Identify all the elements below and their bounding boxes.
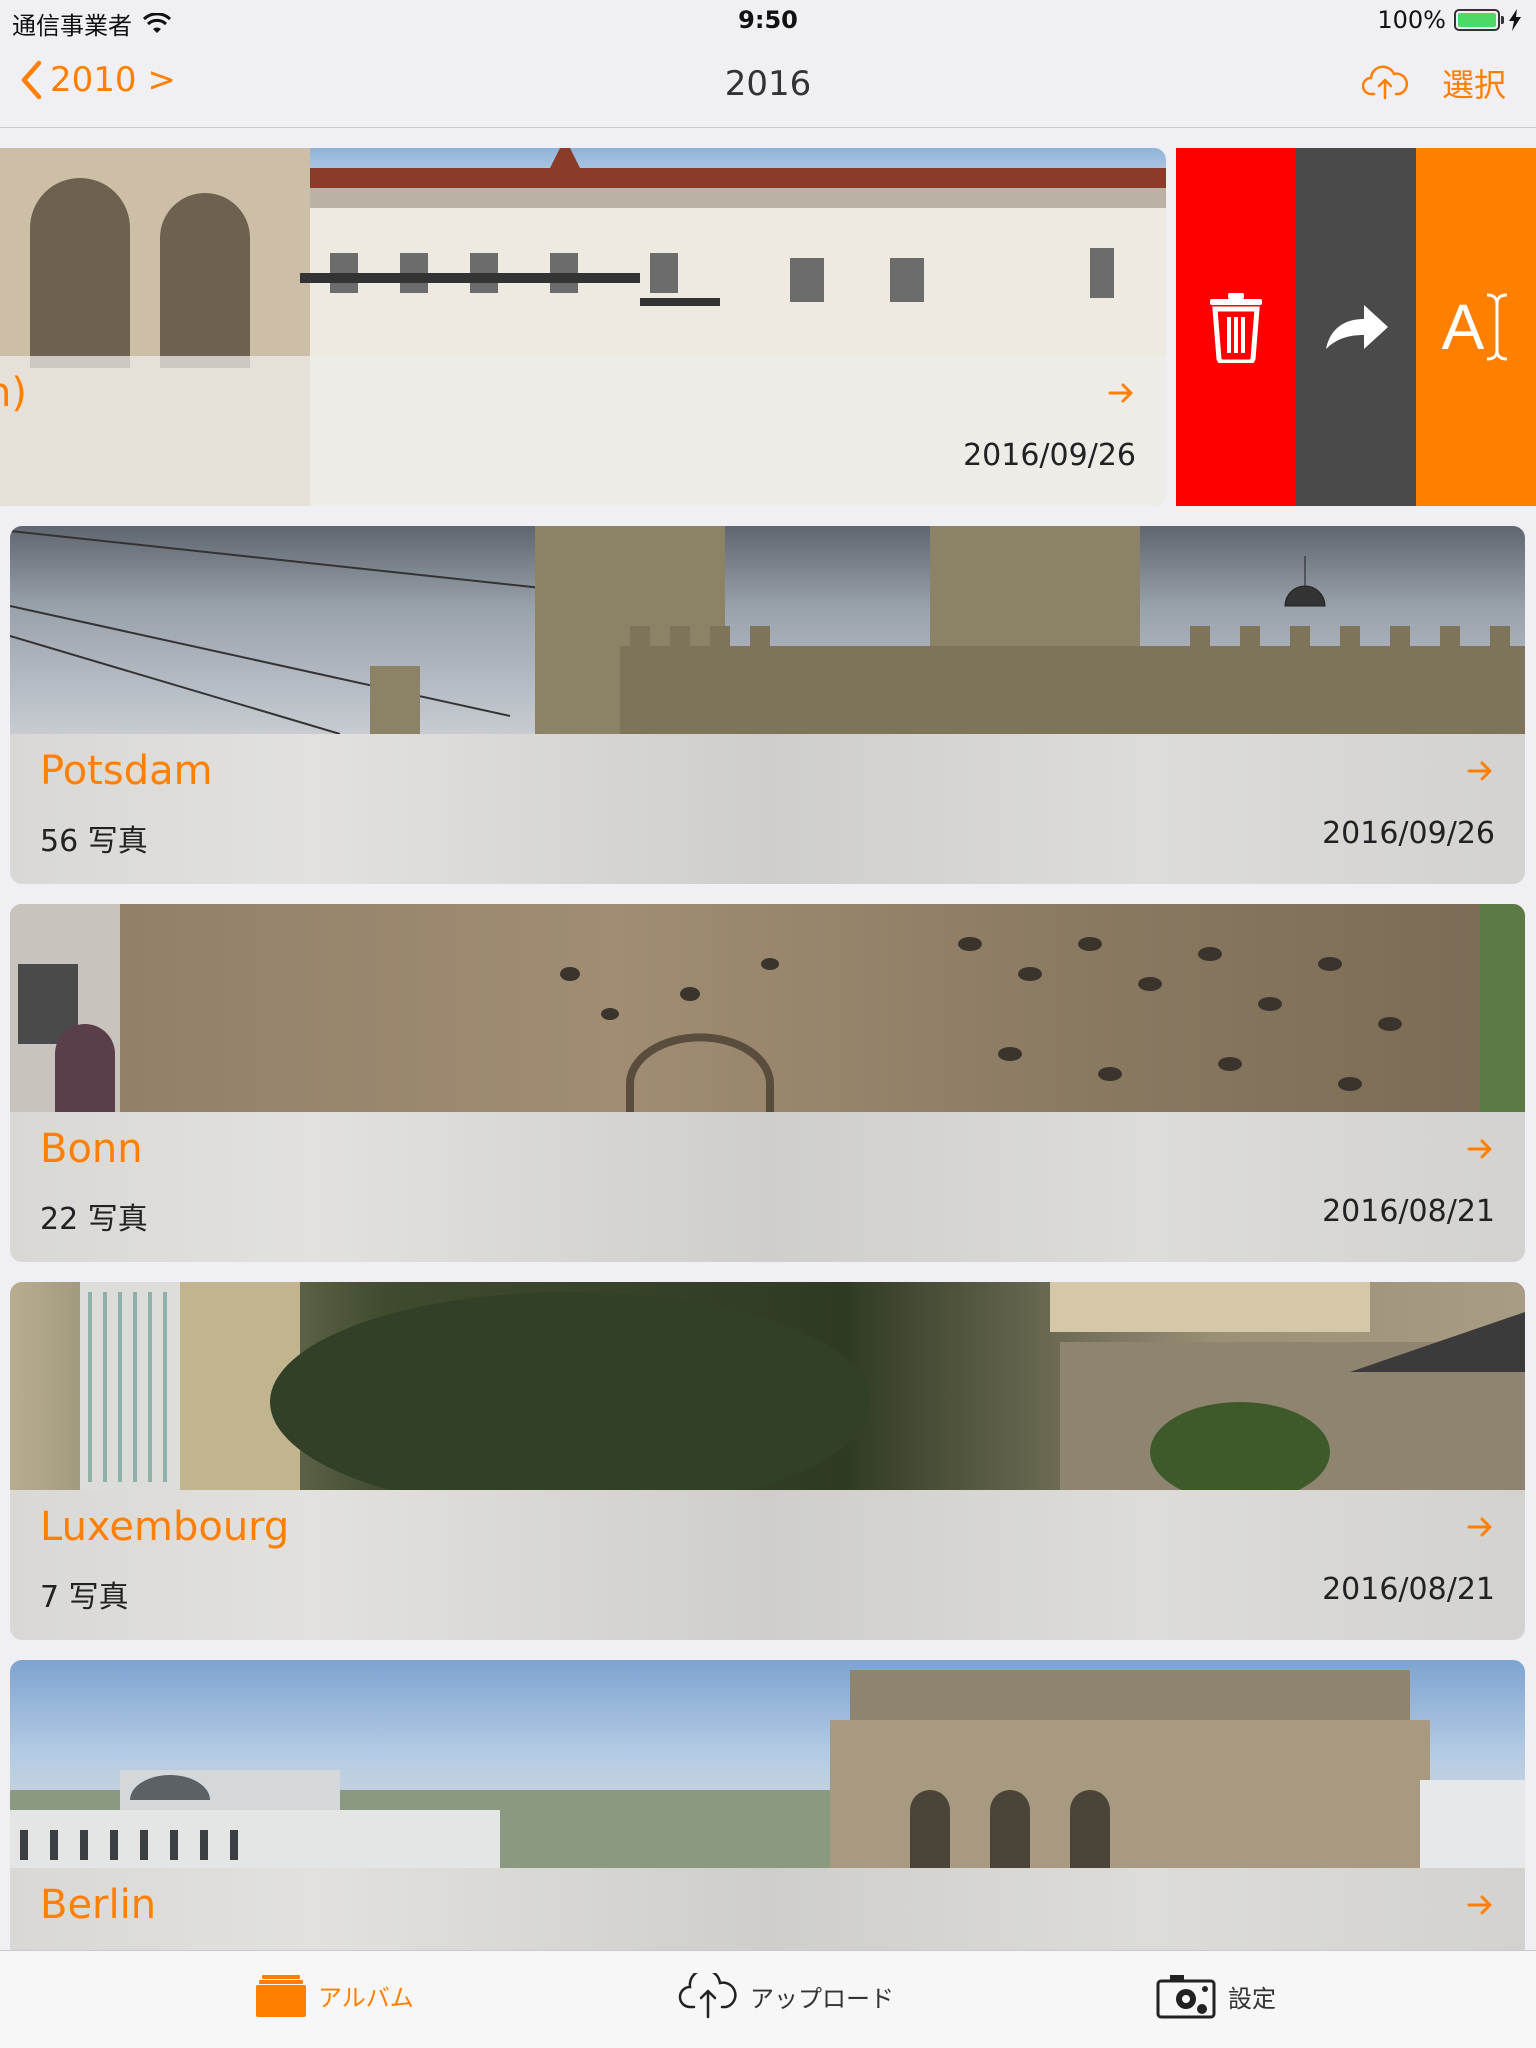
album-date: 2016/08/21: [1322, 1194, 1495, 1229]
photo-count: 22 写真: [40, 1202, 148, 1237]
battery-area: 100%: [1377, 6, 1522, 34]
tab-upload-label: アップロード: [750, 1984, 894, 2013]
swipe-actions: A: [1176, 148, 1536, 506]
tab-settings[interactable]: 設定: [1156, 1973, 1276, 2019]
photo-count: 56 写真: [40, 824, 148, 859]
berlin-illustration: [10, 1670, 1525, 1868]
cloud-upload-icon[interactable]: [1361, 64, 1408, 102]
arrow-right-icon[interactable]: [1465, 756, 1495, 786]
tab-albums[interactable]: アルバム: [256, 1973, 414, 2017]
rename-text-icon: A: [1442, 290, 1511, 364]
tab-albums-label: アルバム: [318, 1983, 414, 2012]
album-name: Potsdam: [40, 748, 213, 794]
delete-button[interactable]: [1176, 148, 1296, 506]
castle-illustration: [10, 526, 1525, 734]
album-card[interactable]: n) 2016/09/26: [0, 148, 1166, 506]
album-date: 2016/09/26: [1322, 816, 1495, 851]
share-arrow-icon: [1326, 305, 1388, 349]
album-card[interactable]: Bonn 22 写真 2016/08/21: [10, 904, 1525, 1262]
trash-icon: [1210, 293, 1262, 363]
share-button[interactable]: [1296, 148, 1416, 506]
arrow-right-icon[interactable]: [1465, 1134, 1495, 1164]
charging-bolt-icon: [1509, 9, 1521, 31]
rename-glyph: A: [1441, 291, 1485, 363]
battery-icon: [1454, 9, 1504, 31]
arrow-right-icon[interactable]: [1106, 378, 1136, 408]
album-name: n): [0, 370, 27, 416]
album-info: Potsdam 56 写真 2016/09/26: [10, 734, 1525, 884]
rename-button[interactable]: A: [1416, 148, 1536, 506]
camera-settings-icon: [1156, 1975, 1216, 2019]
battery-percent: 100%: [1377, 6, 1446, 34]
tower-illustration: [10, 904, 1525, 1112]
album-name: Luxembourg: [40, 1504, 290, 1550]
status-time: 9:50: [738, 6, 798, 34]
nav-actions: 選択: [1361, 60, 1506, 106]
album-photo: [10, 526, 1525, 734]
tab-settings-label: 設定: [1228, 1984, 1276, 2013]
tab-upload[interactable]: アップロード: [678, 1973, 894, 2019]
album-photo: [10, 904, 1525, 1112]
album-card[interactable]: Potsdam 56 写真 2016/09/26: [10, 526, 1525, 884]
select-button[interactable]: 選択: [1442, 60, 1506, 106]
album-icon: [256, 1975, 306, 2017]
cloud-upload-icon: [678, 1973, 737, 2019]
battery-fill: [1458, 13, 1496, 27]
arrow-right-icon[interactable]: [1465, 1512, 1495, 1542]
photo-count: 7 写真: [40, 1580, 129, 1615]
album-info: Berlin: [10, 1868, 1525, 1950]
album-name: Berlin: [40, 1882, 157, 1928]
album-card[interactable]: Luxembourg 7 写真 2016/08/21: [10, 1282, 1525, 1640]
album-date: 2016/09/26: [963, 438, 1136, 473]
album-photo: [10, 1660, 1525, 1868]
album-date: 2016/08/21: [1322, 1572, 1495, 1607]
page-title: 2016: [724, 64, 812, 104]
arrow-right-icon[interactable]: [1465, 1890, 1495, 1920]
city-illustration: [80, 1282, 1525, 1490]
album-info: Luxembourg 7 写真 2016/08/21: [10, 1490, 1525, 1640]
text-cursor-icon: [1487, 293, 1508, 361]
navigation-bar: 2010 > 2016 選択: [0, 40, 1536, 128]
album-info: n) 2016/09/26: [0, 356, 1166, 506]
status-bar: 通信事業者 9:50 100%: [0, 0, 1536, 40]
album-info: Bonn 22 写真 2016/08/21: [10, 1112, 1525, 1262]
album-name: Bonn: [40, 1126, 143, 1172]
album-photo: [10, 1282, 1525, 1490]
tab-bar: アルバム アップロード 設定: [0, 1950, 1536, 2048]
album-card[interactable]: Berlin: [10, 1660, 1525, 1950]
